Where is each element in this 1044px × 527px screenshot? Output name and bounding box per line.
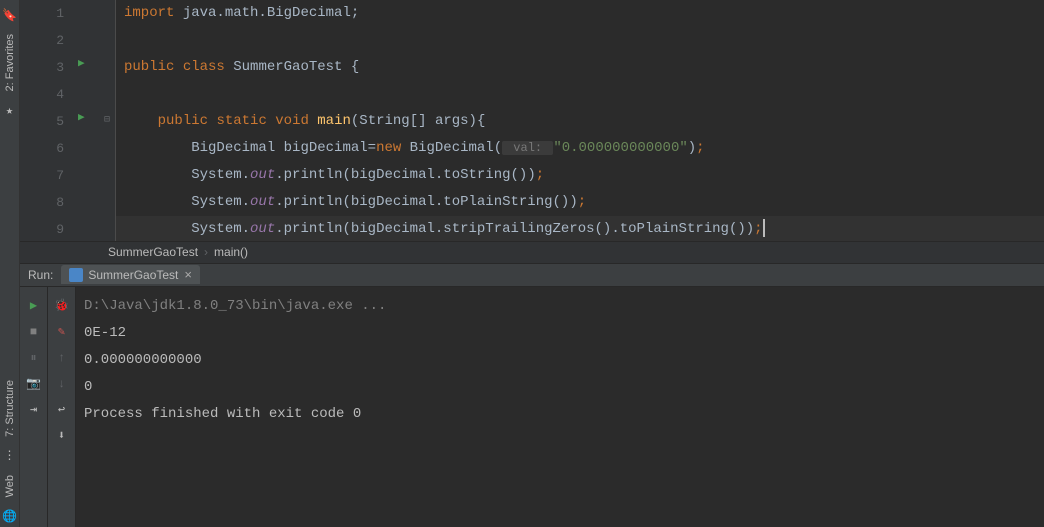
bookmark-icon[interactable]: 🔖 — [3, 8, 17, 22]
breadcrumb-item[interactable]: SummerGaoTest — [108, 245, 198, 259]
run-toolbar-left: ▶ ■ ⏸ 📷 ⇥ — [20, 287, 48, 527]
web-icon[interactable]: 🌐 — [3, 509, 17, 523]
code-line: System.out.println(bigDecimal.stripTrail… — [116, 216, 1044, 241]
code-line: import java.math.BigDecimal; — [116, 0, 1044, 27]
debug-icon[interactable]: 🐞 — [54, 298, 70, 314]
structure-icon[interactable]: ⋮ — [3, 449, 17, 463]
code-line — [116, 81, 1044, 108]
breadcrumb: SummerGaoTest › main() — [20, 241, 1044, 263]
java-file-icon — [69, 268, 83, 282]
gutter-icons: ▶ ▶ — [72, 0, 100, 241]
run-toolbar-right: 🐞 ✎ ↑ ↓ ↩ ⬇ — [48, 287, 76, 527]
code-area[interactable]: import java.math.BigDecimal; public clas… — [116, 0, 1044, 241]
rerun-icon[interactable]: ▶ — [26, 298, 42, 314]
fold-collapse-icon[interactable]: ⊟ — [104, 114, 110, 126]
star-icon[interactable]: ★ — [3, 103, 17, 117]
line-number[interactable]: 5 — [20, 108, 64, 135]
breadcrumb-item[interactable]: main() — [214, 245, 248, 259]
run-class-icon[interactable]: ▶ — [78, 56, 85, 70]
web-tool[interactable]: Web — [2, 467, 18, 505]
close-icon[interactable]: × — [184, 267, 192, 282]
line-number[interactable]: 4 — [20, 81, 64, 108]
line-number[interactable]: 2 — [20, 27, 64, 54]
favorites-tool[interactable]: 2: Favorites — [2, 26, 18, 99]
console-output[interactable]: D:\Java\jdk1.8.0_73\bin\java.exe ... 0E-… — [76, 287, 1044, 527]
run-panel: ▶ ■ ⏸ 📷 ⇥ 🐞 ✎ ↑ ↓ ↩ ⬇ D:\Java\jdk1.8.0_7… — [20, 287, 1044, 527]
code-line: BigDecimal bigDecimal=new BigDecimal( va… — [116, 135, 1044, 162]
line-number[interactable]: 1 — [20, 0, 64, 27]
run-config-tab[interactable]: SummerGaoTest × — [61, 265, 200, 284]
code-line: public class SummerGaoTest { — [116, 54, 1044, 81]
line-number[interactable]: 3 — [20, 54, 64, 81]
caret — [763, 219, 765, 237]
scroll-icon[interactable]: ⬇ — [54, 428, 70, 444]
down-arrow-icon[interactable]: ↓ — [54, 376, 70, 392]
line-number[interactable]: 9 — [20, 216, 64, 241]
exit-icon[interactable]: ⇥ — [26, 402, 42, 418]
code-line: System.out.println(bigDecimal.toString()… — [116, 162, 1044, 189]
run-label: Run: — [20, 268, 61, 282]
console-line: D:\Java\jdk1.8.0_73\bin\java.exe ... — [84, 293, 1036, 320]
camera-icon[interactable]: 📷 — [26, 376, 42, 392]
pause-icon[interactable]: ⏸ — [26, 350, 42, 366]
left-toolbar: 🔖 2: Favorites ★ 7: Structure ⋮ Web 🌐 — [0, 0, 20, 527]
main-area: 1 2 3 4 5 6 7 8 9 10 11 12 ▶ ▶ ⊟ ⊟ impor… — [20, 0, 1044, 527]
code-line: System.out.println(bigDecimal.toPlainStr… — [116, 189, 1044, 216]
console-line: Process finished with exit code 0 — [84, 401, 1036, 428]
run-panel-header: Run: SummerGaoTest × — [20, 263, 1044, 287]
up-arrow-icon[interactable]: ↑ — [54, 350, 70, 366]
console-line: 0E-12 — [84, 320, 1036, 347]
structure-tool[interactable]: 7: Structure — [2, 372, 18, 445]
run-method-icon[interactable]: ▶ — [78, 110, 85, 124]
editor: 1 2 3 4 5 6 7 8 9 10 11 12 ▶ ▶ ⊟ ⊟ impor… — [20, 0, 1044, 241]
console-line: 0 — [84, 374, 1036, 401]
code-line — [116, 27, 1044, 54]
line-number-gutter: 1 2 3 4 5 6 7 8 9 10 11 12 — [20, 0, 72, 241]
fold-column: ⊟ ⊟ — [100, 0, 116, 241]
wrap-icon[interactable]: ↩ — [54, 402, 70, 418]
stop-icon[interactable]: ■ — [26, 324, 42, 340]
line-number[interactable]: 6 — [20, 135, 64, 162]
console-line: 0.000000000000 — [84, 347, 1036, 374]
line-number[interactable]: 8 — [20, 189, 64, 216]
chevron-right-icon: › — [204, 245, 208, 259]
line-number[interactable]: 7 — [20, 162, 64, 189]
edit-icon[interactable]: ✎ — [54, 324, 70, 340]
code-line: public static void main(String[] args){ — [116, 108, 1044, 135]
